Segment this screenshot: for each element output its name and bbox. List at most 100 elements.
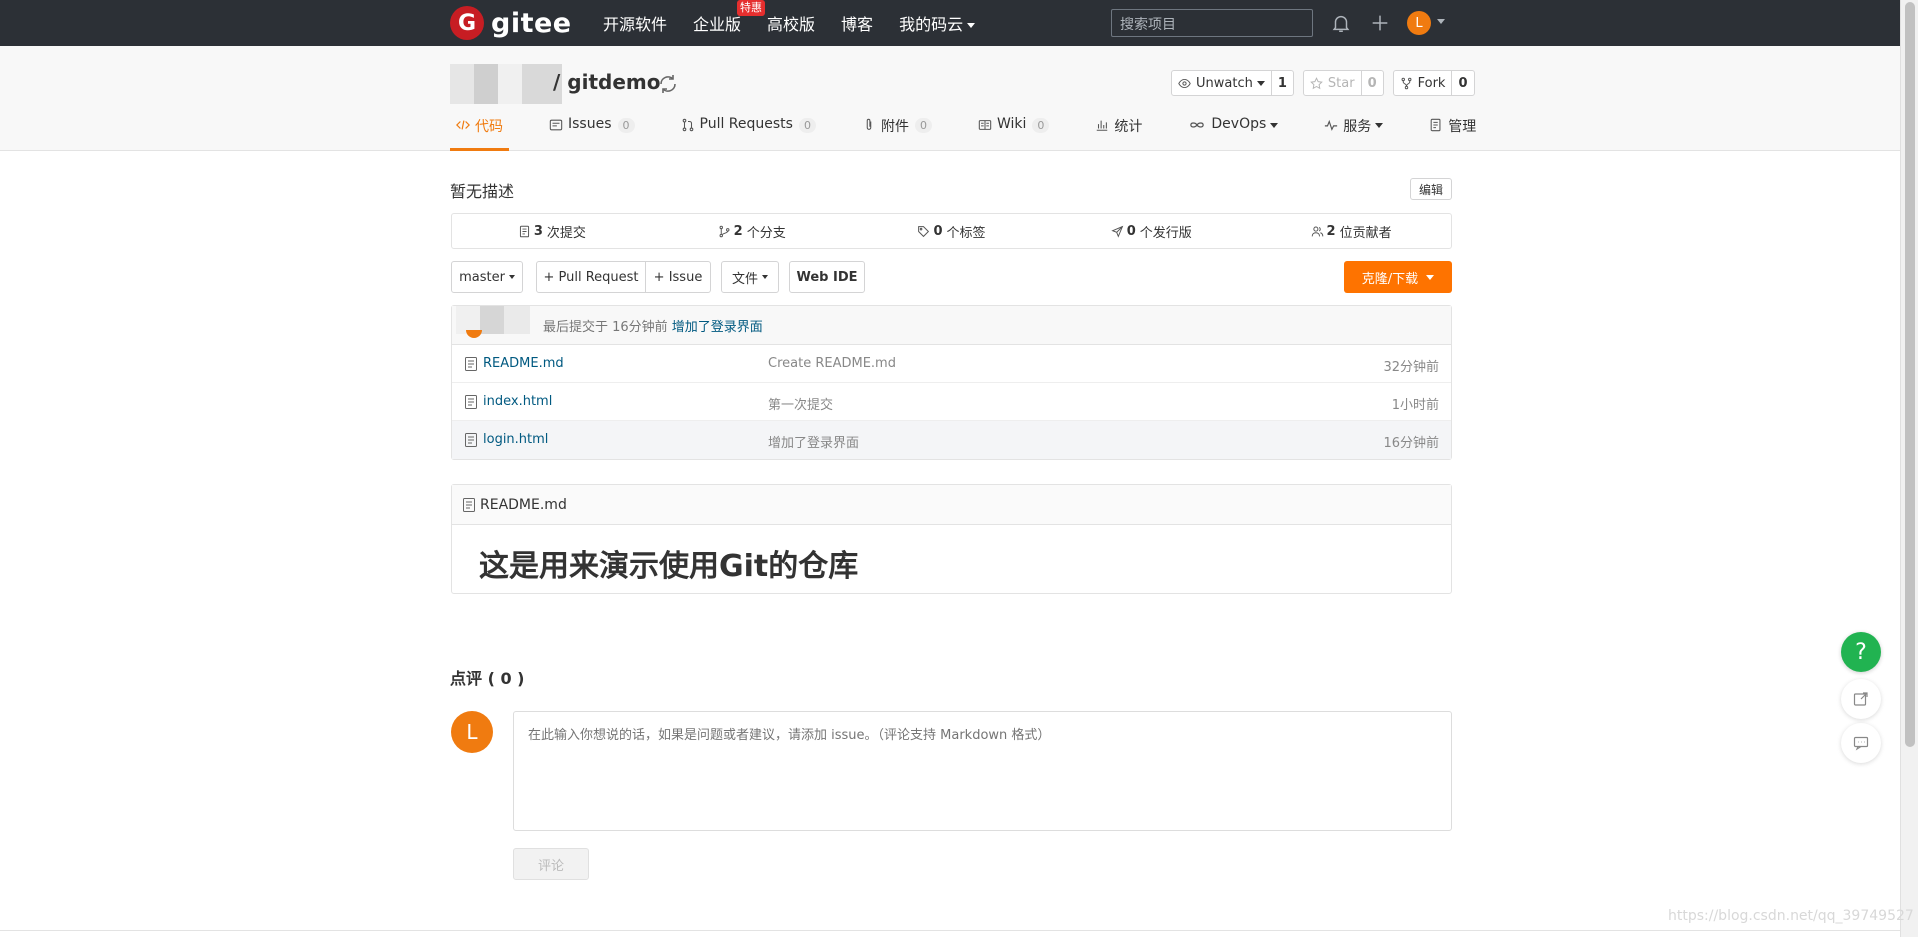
clone-download-button[interactable]: 克隆/下载: [1344, 261, 1452, 293]
comments-title: 点评 ( 0 ): [450, 669, 525, 688]
new-issue-button[interactable]: + Issue: [645, 261, 711, 293]
nav-education[interactable]: 高校版: [767, 11, 815, 35]
chevron-down-icon: [508, 275, 515, 279]
page-scrollbar[interactable]: [1900, 0, 1918, 937]
file-icon: [463, 497, 475, 512]
stats-icon: [1097, 120, 1108, 131]
branch-select[interactable]: master: [451, 261, 523, 293]
tab-label: 代码: [475, 119, 503, 135]
nav-enterprise-label: 企业版: [693, 15, 742, 34]
attachment-icon: [866, 118, 872, 130]
branch-icon: [719, 225, 730, 237]
web-ide-button[interactable]: Web IDE: [789, 261, 865, 293]
tab-manage[interactable]: 管理: [1423, 116, 1482, 151]
bell-icon[interactable]: [1330, 12, 1352, 34]
tab-label: 附件: [880, 119, 909, 135]
star-button[interactable]: Star: [1304, 71, 1361, 95]
unwatch-label: Unwatch: [1196, 75, 1253, 91]
file-list: 最后提交于 16分钟前 增加了登录界面 README.md Create REA…: [451, 305, 1452, 460]
file-name[interactable]: README.md: [483, 356, 564, 371]
stat-contributors[interactable]: 2 位贡献者: [1251, 222, 1451, 241]
comment-input[interactable]: [513, 711, 1452, 831]
file-icon: [465, 357, 477, 371]
tab-label: DevOps: [1211, 116, 1267, 132]
branch-label: master: [459, 269, 505, 285]
nav-my-gitee[interactable]: 我的码云: [899, 11, 976, 35]
chevron-down-icon[interactable]: [1437, 19, 1445, 24]
clone-label: 克隆/下载: [1361, 271, 1419, 287]
tab-devops[interactable]: DevOps: [1182, 116, 1284, 151]
watermark: https://blog.csdn.net/qq_39749527: [1668, 908, 1914, 924]
stat-commits[interactable]: 3 次提交: [452, 222, 652, 241]
code-icon: [456, 120, 470, 130]
repo-tabs: 代码 Issues 0 Pull Requests 0 附件 0 Wiki 0 统计 D…: [450, 116, 1516, 151]
file-row[interactable]: index.html 第一次提交 1小时前: [452, 383, 1451, 421]
committer-avatar[interactable]: [466, 330, 482, 338]
tab-service[interactable]: 服务: [1318, 116, 1389, 151]
share-button[interactable]: [1841, 679, 1881, 719]
tab-issues[interactable]: Issues 0: [543, 116, 641, 151]
feedback-button[interactable]: [1841, 723, 1881, 763]
file-name[interactable]: login.html: [483, 432, 548, 447]
owner-name-blurred: [450, 64, 562, 104]
file-row[interactable]: login.html 增加了登录界面 16分钟前: [452, 421, 1451, 459]
edit-description-button[interactable]: 编辑: [1410, 178, 1452, 200]
last-commit-row: 最后提交于 16分钟前 增加了登录界面: [452, 306, 1451, 345]
tab-attachments[interactable]: 附件 0: [856, 116, 938, 151]
nav-my-gitee-label: 我的码云: [899, 15, 964, 34]
search-input[interactable]: 搜索项目: [1111, 9, 1313, 37]
tag-icon: [918, 225, 930, 237]
chevron-down-icon: [1375, 123, 1384, 128]
gitee-logo-text: gitee: [491, 7, 572, 39]
nav-blog[interactable]: 博客: [841, 11, 873, 35]
top-navbar: G gitee 开源软件 企业版 特惠 高校版 博客 我的码云 搜索项目 L: [0, 0, 1900, 46]
repo-action-buttons: Unwatch 1 Star 0 Fork 0: [1171, 70, 1484, 96]
fork-button[interactable]: Fork: [1394, 71, 1452, 95]
last-commit-message[interactable]: 增加了登录界面: [672, 316, 763, 335]
tab-count: 0: [914, 118, 932, 133]
fork-count[interactable]: 0: [1451, 71, 1473, 95]
repo-stats-bar: 3 次提交 2 个分支 0 个标签 0 个发行版 2 位贡献者: [451, 213, 1452, 249]
avatar[interactable]: L: [451, 711, 493, 753]
nav-enterprise[interactable]: 企业版 特惠: [693, 0, 766, 35]
stat-tags[interactable]: 0 个标签: [852, 222, 1052, 241]
stat-releases[interactable]: 0 个发行版: [1051, 222, 1251, 241]
plus-icon[interactable]: [1369, 12, 1391, 34]
file-name[interactable]: index.html: [483, 394, 552, 409]
footer-divider: [0, 930, 1900, 931]
file-commit-message[interactable]: 第一次提交: [768, 394, 833, 413]
gitee-logo[interactable]: G gitee: [450, 6, 572, 40]
tab-code[interactable]: 代码: [450, 116, 509, 151]
stat-number: 2: [733, 223, 743, 239]
watch-count[interactable]: 1: [1270, 71, 1293, 95]
file-menu-button[interactable]: 文件: [721, 261, 779, 293]
stat-branches[interactable]: 2 个分支: [652, 222, 852, 241]
help-button[interactable]: ?: [1841, 632, 1881, 672]
nav-open-source[interactable]: 开源软件: [603, 11, 667, 35]
tab-pull-requests[interactable]: Pull Requests 0: [675, 116, 822, 151]
chevron-down-icon: [1256, 80, 1265, 86]
user-avatar[interactable]: L: [1407, 11, 1431, 35]
wiki-icon: [978, 120, 992, 130]
file-row[interactable]: README.md Create README.md 32分钟前: [452, 345, 1451, 383]
file-icon: [465, 433, 477, 447]
tab-wiki[interactable]: Wiki 0: [972, 116, 1055, 151]
repo-name-link[interactable]: gitdemo: [567, 70, 660, 94]
sync-icon[interactable]: [656, 72, 680, 96]
file-commit-message[interactable]: Create README.md: [768, 356, 896, 371]
tab-label: 服务: [1343, 119, 1372, 135]
tab-count: 0: [1032, 118, 1050, 133]
tab-stats[interactable]: 统计: [1089, 116, 1148, 151]
tab-label: 统计: [1114, 119, 1143, 135]
comment-submit-button[interactable]: 评论: [513, 848, 589, 880]
file-commit-message[interactable]: 增加了登录界面: [768, 432, 859, 451]
stat-number: 2: [1326, 223, 1336, 239]
repo-header: / gitdemo Unwatch 1 Star 0 Fork 0 代码 Iss…: [0, 46, 1900, 151]
new-pull-request-button[interactable]: + Pull Request: [536, 261, 646, 293]
scrollbar-thumb[interactable]: [1905, 2, 1915, 747]
readme-panel: README.md 这是用来演示使用Git的仓库: [451, 484, 1452, 594]
star-count[interactable]: 0: [1360, 71, 1383, 95]
unwatch-button[interactable]: Unwatch: [1172, 71, 1271, 95]
top-nav-menu: 开源软件 企业版 特惠 高校版 博客 我的码云: [603, 0, 1001, 46]
stat-label: 个分支: [746, 225, 786, 241]
